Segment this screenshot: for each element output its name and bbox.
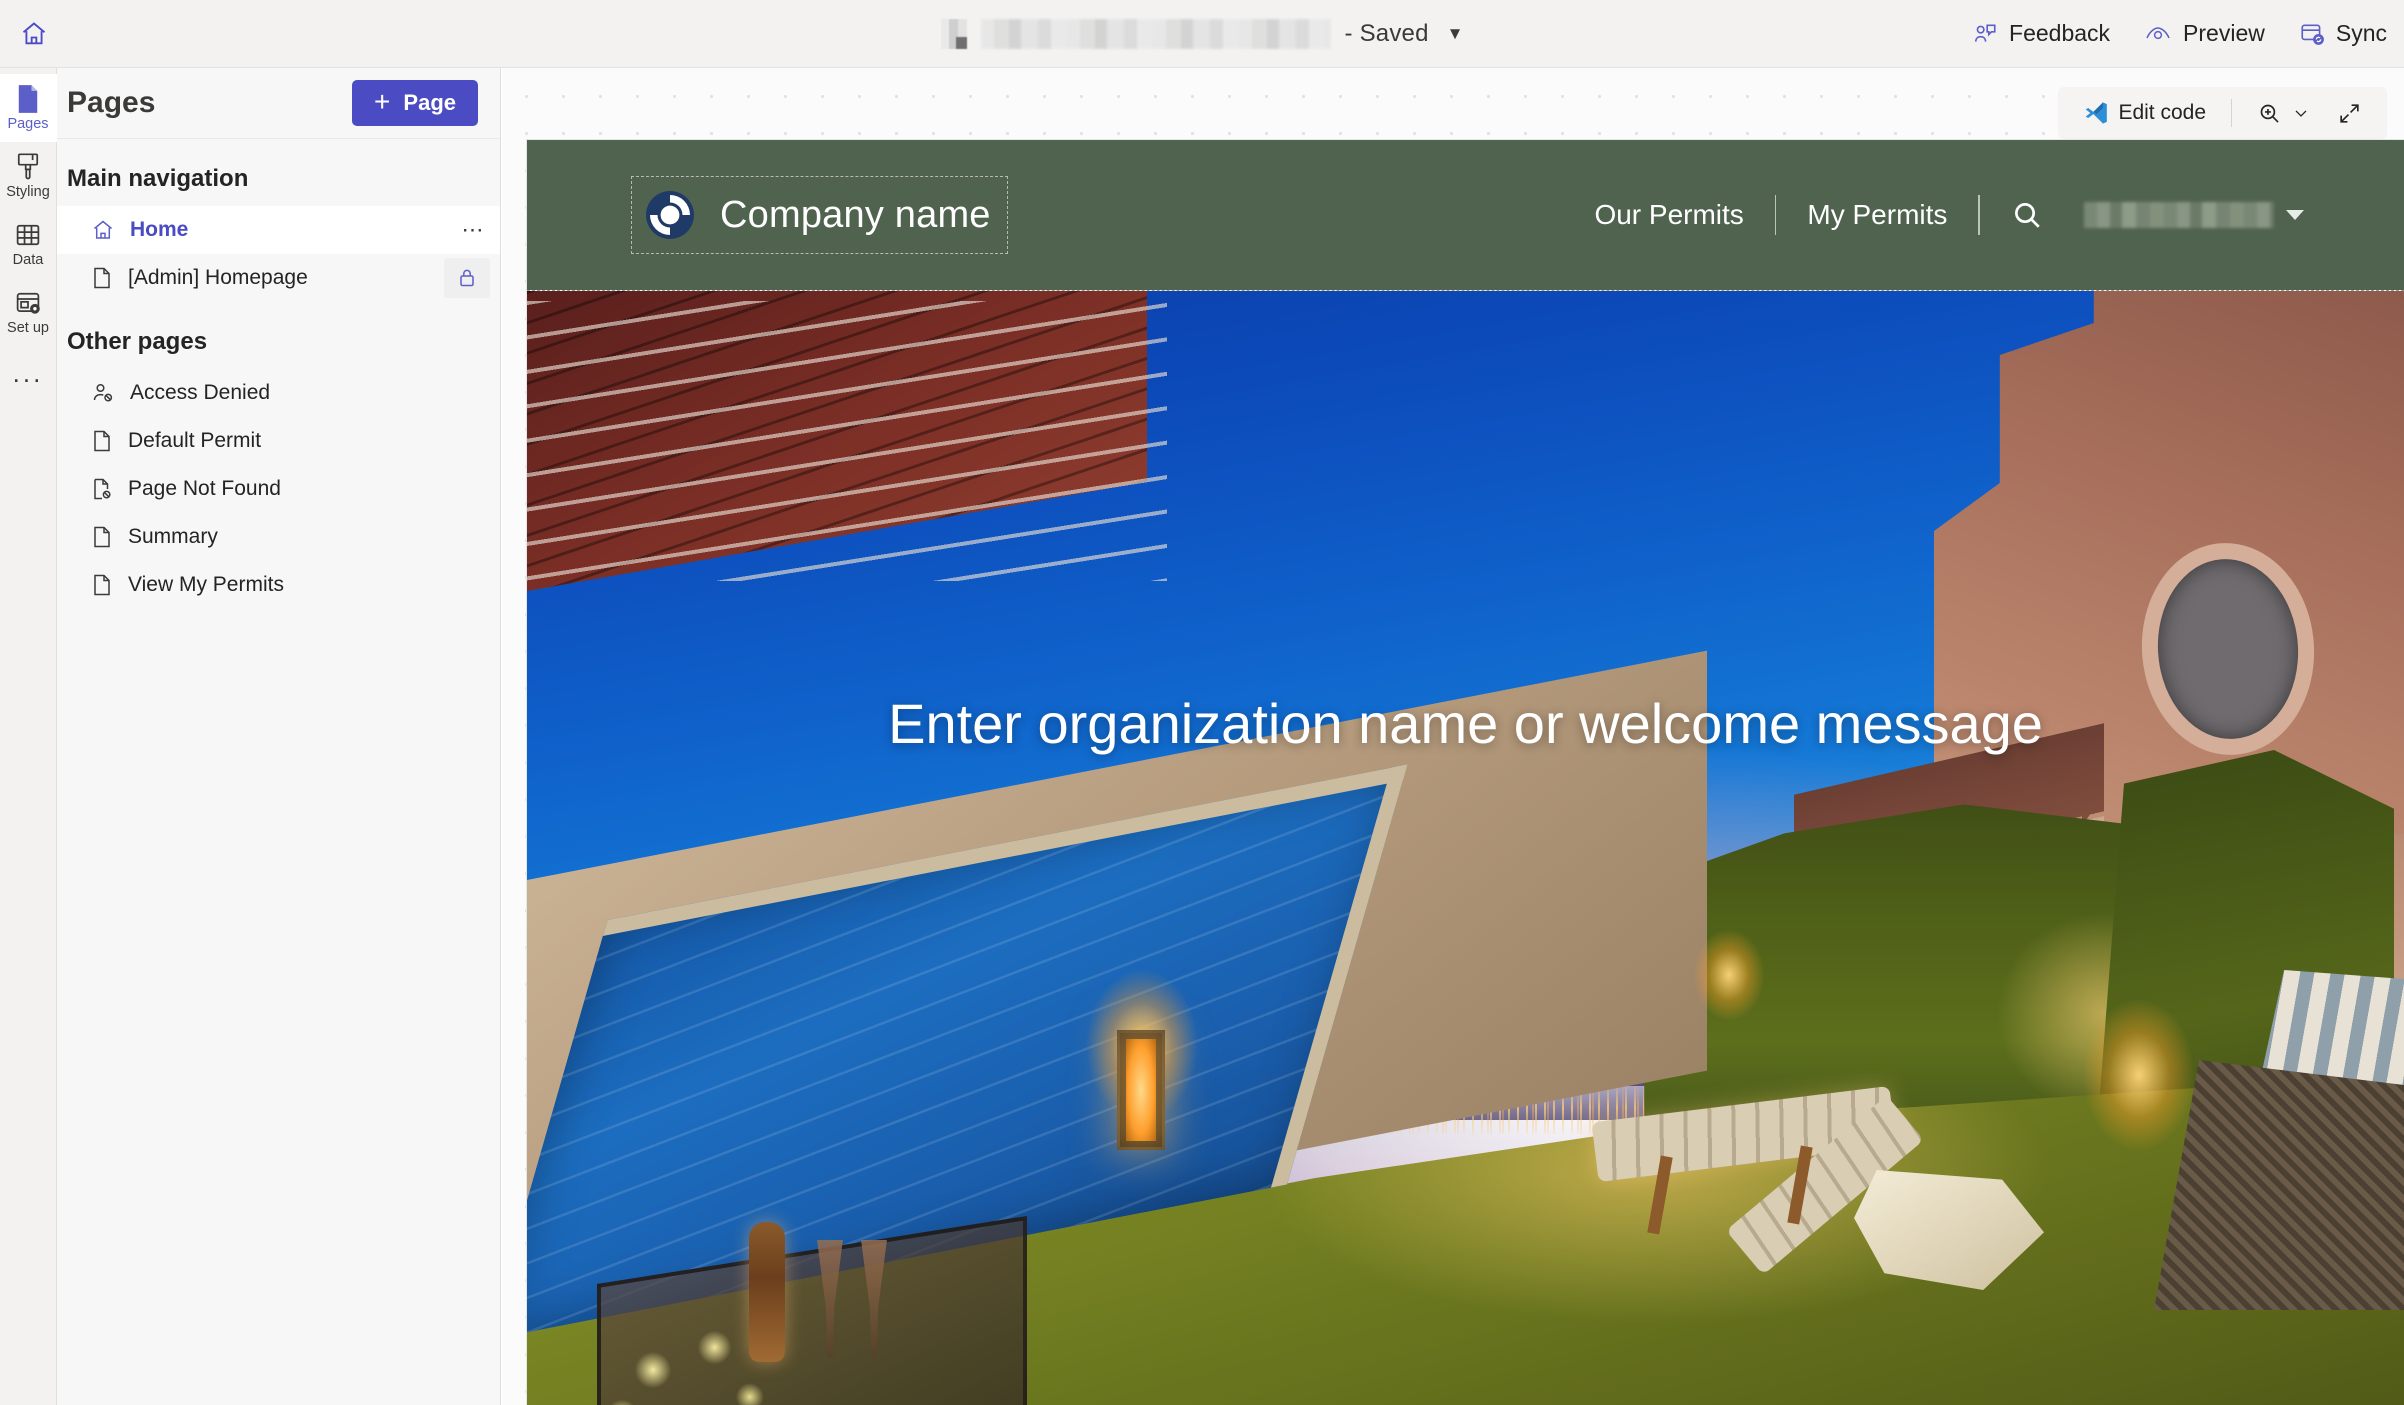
design-canvas: Edit code Company name Our Permits My Pe… — [502, 68, 2404, 1405]
vscode-icon — [2083, 100, 2109, 126]
nav-divider — [1774, 195, 1777, 235]
nav-link-our-permits[interactable]: Our Permits — [1563, 199, 1774, 231]
top-bar-actions: Feedback Preview Sync — [1955, 0, 2404, 68]
rail-label-data: Data — [12, 252, 44, 269]
page-icon — [91, 266, 113, 290]
add-page-label: Page — [403, 90, 456, 115]
sidebar-item-view-my-permits[interactable]: View My Permits — [57, 561, 500, 609]
brand-block[interactable]: Company name — [631, 176, 1008, 254]
rail-more-button[interactable]: ... — [0, 346, 57, 400]
preview-button[interactable]: Preview — [2127, 10, 2282, 58]
rail-label-pages: Pages — [7, 116, 49, 133]
sidebar-item-label-view-my-permits: View My Permits — [128, 573, 284, 596]
sidebar-item-default-permit[interactable]: Default Permit — [57, 417, 500, 465]
sidebar-item-page-not-found[interactable]: Page Not Found — [57, 465, 500, 513]
saved-status: - Saved — [1344, 20, 1429, 47]
group-title-other-pages: Other pages — [67, 328, 208, 355]
page-title: Pages — [67, 86, 156, 119]
edit-code-label: Edit code — [2118, 101, 2206, 124]
hero-torch-glow-right — [2084, 1000, 2194, 1150]
rail-item-pages[interactable]: Pages — [0, 74, 57, 142]
person-blocked-icon — [91, 381, 115, 405]
rail-item-setup[interactable]: Set up — [0, 278, 57, 346]
expand-canvas-button[interactable] — [2327, 93, 2372, 133]
hero-lantern — [1117, 1030, 1165, 1150]
search-icon — [2010, 198, 2044, 232]
toolbar-divider — [2231, 99, 2232, 127]
sidebar-item-home[interactable]: Home ⋯ — [57, 206, 500, 254]
sync-label: Sync — [2335, 20, 2387, 46]
hero-flowers — [587, 1310, 807, 1405]
data-table-icon — [14, 220, 42, 250]
hero-headline[interactable]: Enter organization name or welcome messa… — [527, 691, 2404, 756]
home-icon — [20, 20, 48, 48]
add-page-button[interactable]: + Page — [352, 80, 478, 126]
hero-section[interactable]: Enter organization name or welcome messa… — [527, 290, 2404, 1405]
sidebar-item-label-home: Home — [130, 218, 189, 241]
circle-swirl-logo-icon — [644, 189, 696, 241]
sidebar-item-access-denied[interactable]: Access Denied — [57, 369, 500, 417]
sync-button[interactable]: Sync — [2282, 10, 2404, 58]
zoom-control-button[interactable] — [2247, 93, 2321, 133]
home-outline-icon — [91, 218, 115, 242]
sidebar-item-admin-homepage[interactable]: [Admin] Homepage — [57, 254, 500, 302]
edit-code-button[interactable]: Edit code — [2073, 93, 2216, 133]
rail-item-data[interactable]: Data — [0, 210, 57, 278]
preview-eye-icon — [2144, 21, 2172, 47]
sidebar-item-label-access-denied: Access Denied — [130, 381, 271, 404]
page-icon — [91, 525, 113, 549]
plus-icon: + — [374, 86, 391, 117]
chevron-down-icon[interactable]: ▼ — [1447, 24, 1464, 44]
sidebar-item-label-summary: Summary — [128, 525, 218, 548]
nav-divider — [1978, 195, 1980, 235]
search-button[interactable] — [1980, 198, 2074, 232]
top-bar: - Saved ▼ Feedback Preview Sync — [0, 0, 2404, 68]
preview-label: Preview — [2183, 20, 2265, 46]
page-icon — [91, 573, 113, 597]
zoom-in-icon — [2257, 101, 2282, 126]
pages-icon — [14, 84, 42, 114]
hero-lounge-chair — [1591, 960, 1924, 1275]
admin-homepage-lock-button[interactable] — [444, 258, 490, 298]
site-title-group[interactable]: - Saved ▼ — [940, 19, 1464, 49]
sidebar-item-label-page-not-found: Page Not Found — [128, 477, 281, 500]
site-preview-frame: Company name Our Permits My Permits Ente… — [527, 140, 2404, 1405]
left-rail: Pages Styling Data Set up ... — [0, 68, 57, 1405]
canvas-toolbar: Edit code — [2059, 88, 2386, 138]
user-menu[interactable] — [2074, 202, 2304, 228]
rail-label-styling: Styling — [6, 184, 50, 201]
expand-diagonal-icon — [2337, 101, 2362, 126]
nav-link-my-permits[interactable]: My Permits — [1776, 199, 1978, 231]
setup-gear-icon — [14, 288, 42, 318]
sidebar-item-summary[interactable]: Summary — [57, 513, 500, 561]
page-blocked-icon — [91, 477, 113, 501]
pages-panel: Pages + Page Main navigation Home ⋯ [Adm… — [57, 68, 501, 1405]
sync-icon — [2299, 21, 2325, 47]
hero-fence-rail — [527, 301, 1167, 581]
chevron-down-icon — [2291, 103, 2311, 123]
site-icon — [940, 19, 967, 49]
user-name-redacted — [2084, 202, 2274, 228]
page-icon — [91, 429, 113, 453]
preview-site-header: Company name Our Permits My Permits — [527, 140, 2404, 290]
caret-down-icon — [2286, 210, 2304, 220]
rail-item-styling[interactable]: Styling — [0, 142, 57, 210]
feedback-button[interactable]: Feedback — [1955, 10, 2127, 58]
rail-label-setup: Set up — [7, 320, 49, 337]
sidebar-item-label-admin-homepage: [Admin] Homepage — [128, 266, 308, 289]
feedback-label: Feedback — [2009, 20, 2111, 46]
lock-icon — [457, 267, 477, 289]
brand-name: Company name — [720, 193, 991, 236]
sidebar-item-label-default-permit: Default Permit — [128, 429, 262, 452]
feedback-icon — [1972, 21, 1998, 47]
group-title-main-navigation: Main navigation — [67, 165, 249, 192]
home-button[interactable] — [0, 0, 68, 68]
styling-brush-icon — [14, 152, 42, 182]
pages-panel-header: Pages + Page — [57, 68, 500, 139]
site-title-redacted — [980, 19, 1331, 49]
site-nav: Our Permits My Permits — [1563, 195, 2404, 235]
